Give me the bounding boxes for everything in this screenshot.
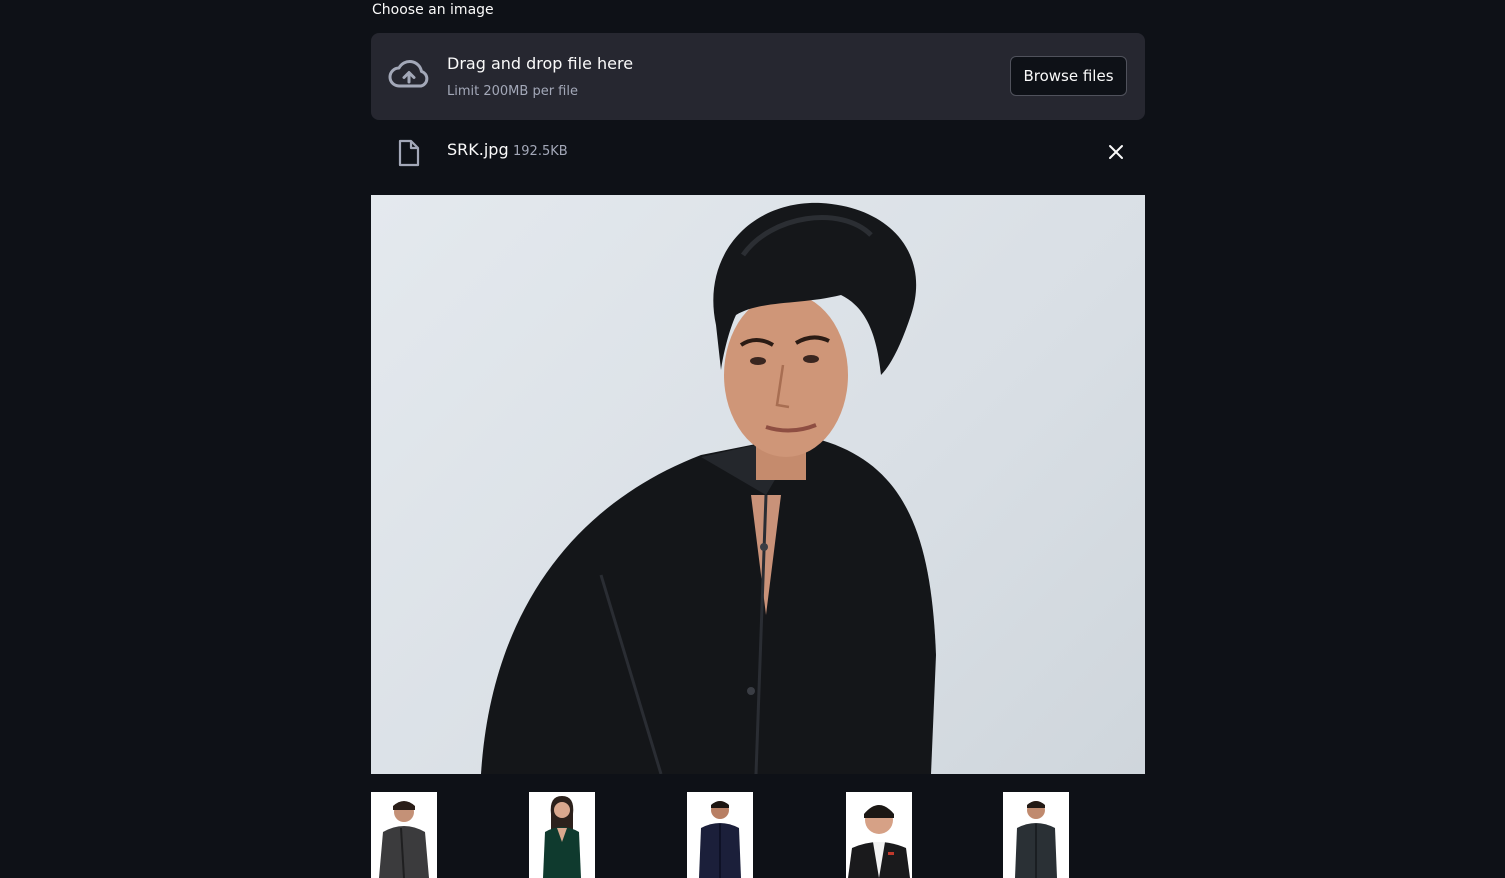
cloud-upload-icon bbox=[388, 60, 429, 88]
thumbnail-3[interactable] bbox=[687, 792, 753, 878]
file-dropzone[interactable]: Drag and drop file here Limit 200MB per … bbox=[371, 33, 1145, 120]
portrait-photo bbox=[481, 202, 936, 774]
close-icon[interactable] bbox=[1104, 140, 1128, 164]
dropzone-limit: Limit 200MB per file bbox=[447, 84, 578, 99]
uploaded-file-row: SRK.jpg 192.5KB bbox=[371, 127, 1145, 175]
jacket-photo bbox=[379, 801, 429, 878]
recommendation-thumbnails bbox=[371, 792, 1145, 878]
thumbnail-5[interactable] bbox=[1003, 792, 1069, 878]
file-size: 192.5KB bbox=[513, 144, 568, 159]
shirt-photo bbox=[1015, 801, 1057, 878]
uploader-label: Choose an image bbox=[372, 2, 494, 18]
thumbnail-1[interactable] bbox=[371, 792, 437, 878]
shirt-photo bbox=[543, 796, 581, 878]
uploaded-image-preview bbox=[371, 195, 1145, 774]
file-icon bbox=[398, 139, 420, 167]
shirt-photo bbox=[699, 801, 741, 878]
thumbnail-4[interactable] bbox=[846, 792, 912, 878]
thumbnail-2[interactable] bbox=[529, 792, 595, 878]
jacket-photo bbox=[848, 805, 910, 878]
browse-files-button[interactable]: Browse files bbox=[1010, 56, 1127, 96]
file-name: SRK.jpg bbox=[447, 140, 509, 159]
dropzone-title: Drag and drop file here bbox=[447, 54, 634, 73]
